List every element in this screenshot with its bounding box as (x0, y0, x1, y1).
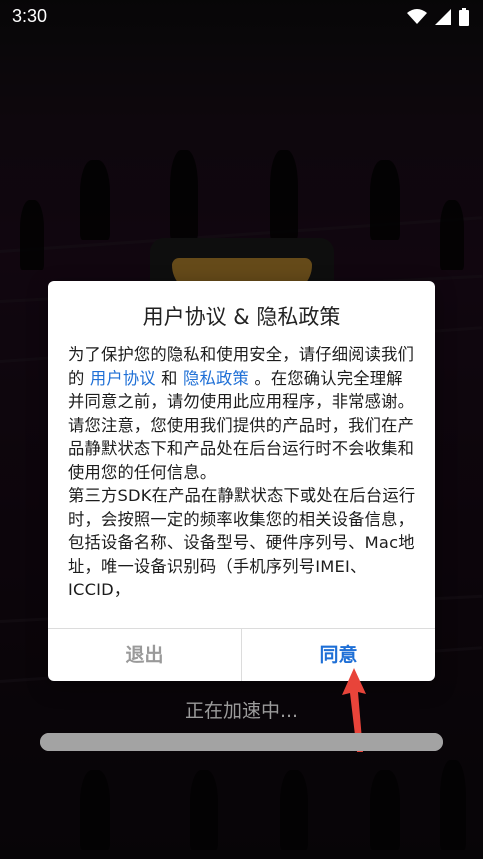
loading-progress-bar (40, 733, 443, 751)
loading-status-text: 正在加速中... (184, 700, 299, 722)
status-time: 3:30 (12, 6, 48, 26)
signal-icon (435, 9, 451, 25)
dialog-body[interactable]: 为了保护您的隐私和使用安全，请仔细阅读我们的 用户协议 和 隐私政策 。在您确认… (68, 343, 416, 621)
privacy-policy-link[interactable]: 隐私政策 (183, 369, 249, 388)
agree-button[interactable]: 同意 (242, 629, 435, 681)
status-bar: 3:30 (0, 0, 483, 34)
user-agreement-link[interactable]: 用户协议 (90, 369, 156, 388)
sdk-paragraph: 第三方SDK在产品在静默状态下或处在后台运行时，会按照一定的频率收集您的相关设备… (68, 486, 416, 599)
wifi-icon (407, 9, 427, 24)
battery-icon (459, 8, 469, 26)
progress-fill (40, 733, 443, 751)
connector-text: 和 (155, 368, 184, 388)
dialog-title: 用户协议 & 隐私政策 (142, 305, 341, 329)
notice-paragraph: 请您注意，您使用我们提供的产品时，我们在产品静默状态下和产品处在后台运行时不会收… (68, 415, 415, 482)
exit-button[interactable]: 退出 (48, 629, 241, 681)
privacy-dialog: 用户协议 & 隐私政策 为了保护您的隐私和使用安全，请仔细阅读我们的 用户协议 … (48, 281, 435, 681)
